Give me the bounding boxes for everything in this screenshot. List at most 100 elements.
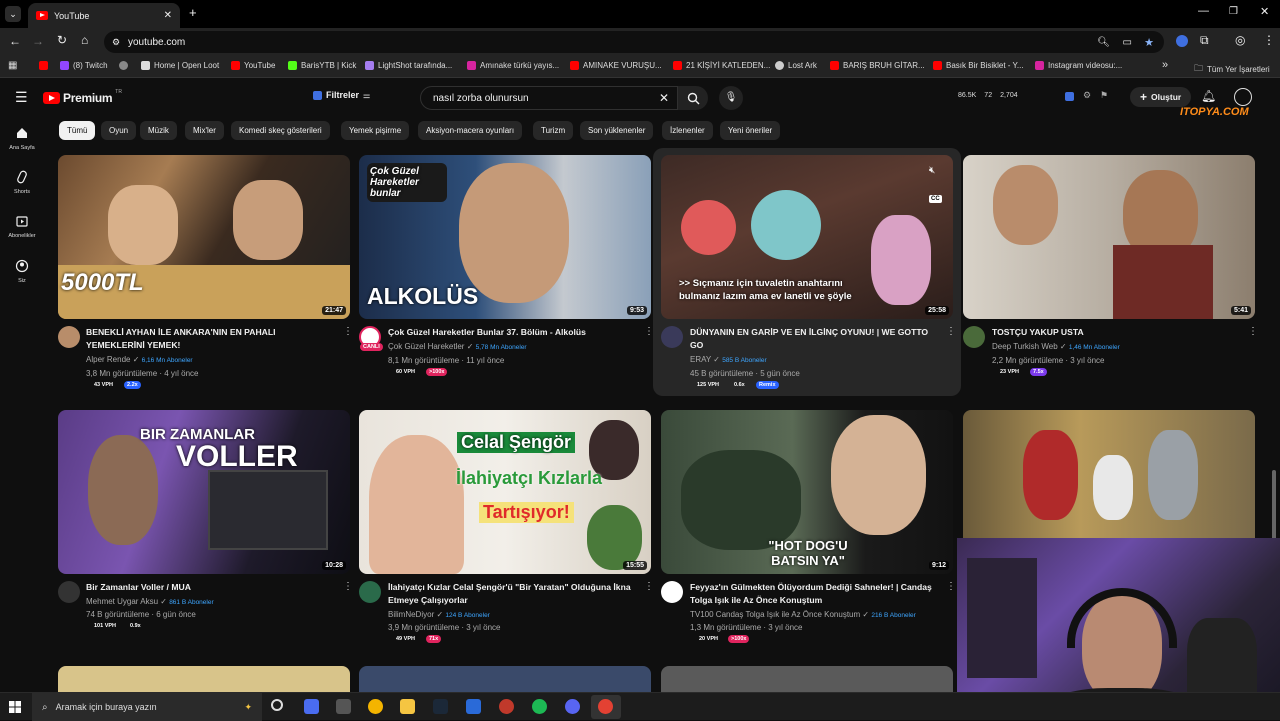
extensions-icon[interactable]: ⧉ (1200, 33, 1209, 48)
bookmarks-overflow-icon[interactable]: » (1162, 59, 1168, 71)
more-options-icon[interactable]: ⋮ (946, 582, 956, 592)
video-title[interactable]: Feyyaz'ın Gülmekten Ölüyordum Dediği Sah… (690, 581, 938, 606)
bookmark-item[interactable]: BARIŞ BRUH GİTAR... (830, 61, 925, 70)
chip-music[interactable]: Müzik (140, 121, 177, 140)
channel-avatar[interactable] (661, 581, 683, 603)
user-avatar[interactable] (1234, 88, 1252, 106)
chip-tourism[interactable]: Turizm (533, 121, 574, 140)
back-icon[interactable]: ← (9, 34, 21, 48)
channel-name[interactable]: Çok Güzel Hareketler (388, 342, 464, 351)
chip-all[interactable]: Tümü (59, 121, 96, 140)
channel-name[interactable]: BilimNeDiyor (388, 610, 434, 619)
chip-cooking[interactable]: Yemek pişirme (341, 121, 410, 140)
sidebar-item-home[interactable]: Ana Sayfa (0, 126, 44, 151)
chip-gaming[interactable]: Oyun (101, 121, 137, 140)
video-thumbnail[interactable]: Çok Güzel Hareketler bunlar ALKOLÜS 9:53 (359, 155, 651, 319)
sidebar-item-shorts[interactable]: Shorts (0, 170, 44, 195)
captions-icon[interactable]: CC (929, 195, 942, 203)
channel-avatar[interactable] (963, 326, 985, 348)
bookmark-item[interactable]: 21 KİŞİYİ KATLEDEN... (673, 61, 770, 70)
chip-action-games[interactable]: Aksiyon-macera oyunları (418, 121, 523, 140)
more-options-icon[interactable]: ⋮ (343, 327, 353, 337)
video-thumbnail[interactable] (58, 666, 350, 692)
bookmark-item[interactable] (119, 61, 128, 70)
bookmark-item[interactable]: Home | Open Loot (141, 61, 219, 70)
chrome-icon[interactable] (368, 699, 383, 714)
extension-icon-2[interactable]: ⚙ (1083, 90, 1091, 101)
more-options-icon[interactable]: ⋮ (644, 582, 654, 592)
bookmark-item[interactable]: LightShot tarafında... (365, 61, 452, 70)
address-bar[interactable]: ⚙ youtube.com 🔍︎ ▭ ★ (104, 31, 1164, 53)
bookmark-item[interactable]: YouTube (231, 61, 275, 70)
steam-icon[interactable] (433, 699, 448, 714)
notifications-bell-icon[interactable]: 🔔︎ (1201, 89, 1216, 103)
taskbar-search-input[interactable]: ⌕ Aramak için buraya yazın ✦ (32, 693, 262, 721)
mute-icon[interactable]: 🔇︎ (929, 165, 935, 176)
bookmark-item[interactable]: Basık Bir Bisiklet - Y... (933, 61, 1024, 70)
reload-icon[interactable]: ↻ (57, 33, 67, 47)
more-options-icon[interactable]: ⋮ (946, 327, 956, 337)
account-icon[interactable]: ◎ (1235, 33, 1245, 47)
calculator-icon[interactable] (336, 699, 351, 714)
apps-icon[interactable]: ▦ (8, 60, 17, 71)
channel-name[interactable]: TV100 Candaş Tolga Işık ile Az Önce Konu… (690, 610, 860, 619)
app-icon-2[interactable] (466, 699, 481, 714)
create-button[interactable]: + Oluştur (1130, 87, 1192, 107)
search-button[interactable] (678, 86, 708, 110)
video-title[interactable]: Çok Güzel Hareketler Bunlar 37. Bölüm - … (388, 326, 628, 339)
bookmark-item[interactable]: Amınake türkü yayıs... (467, 61, 559, 70)
video-title[interactable]: Bir Zamanlar Voller / MUA (86, 581, 326, 594)
video-thumbnail[interactable]: BIR ZAMANLAR VOLLER 10:28 (58, 410, 350, 574)
all-bookmarks-button[interactable]: 🗀 Tüm Yer İşaretleri (1194, 61, 1270, 77)
bookmark-star-icon[interactable]: ★ (1144, 36, 1154, 49)
windows-start-icon[interactable] (9, 701, 21, 713)
video-thumbnail[interactable]: >> Sıçmanız için tuvaletin anahtarını bu… (661, 155, 953, 319)
sidebar-item-you[interactable]: Siz (0, 259, 44, 284)
chip-watched[interactable]: İzlenenler (662, 121, 713, 140)
spotify-icon[interactable] (532, 699, 547, 714)
video-thumbnail[interactable] (661, 666, 953, 692)
channel-name[interactable]: ERAY (690, 355, 711, 364)
chip-new[interactable]: Yeni öneriler (720, 121, 781, 140)
video-thumbnail[interactable]: "HOT DOG'U BATSIN YA" 9:12 (661, 410, 953, 574)
forward-icon[interactable]: → (32, 34, 44, 48)
hamburger-menu-icon[interactable]: ☰ (15, 89, 28, 106)
profile-icon[interactable] (1176, 35, 1188, 47)
channel-name[interactable]: Mehmet Uygar Aksu (86, 597, 158, 606)
extension-icon-3[interactable]: ⚑ (1100, 90, 1108, 101)
bookmark-item[interactable]: Instagram videosu:... (1035, 61, 1122, 70)
bookmark-item[interactable]: Lost Ark (775, 61, 817, 70)
file-explorer-icon[interactable] (400, 699, 415, 714)
channel-avatar[interactable] (58, 326, 80, 348)
video-title[interactable]: DÜNYANIN EN GARİP VE EN İLGİNÇ OYUNU! | … (690, 326, 938, 351)
video-title[interactable]: TOSTÇU YAKUP USTA (992, 326, 1232, 339)
close-window-button[interactable]: ✕ (1260, 5, 1269, 18)
channel-avatar[interactable] (359, 581, 381, 603)
home-icon[interactable]: ⌂ (81, 33, 88, 47)
tab-close-icon[interactable]: ✕ (164, 10, 172, 21)
tab-search-button[interactable]: ⌄ (5, 6, 21, 22)
app-icon-3[interactable] (499, 699, 514, 714)
extension-icon[interactable] (1065, 92, 1074, 101)
channel-avatar[interactable] (661, 326, 683, 348)
voice-search-button[interactable]: 🎙︎ (719, 86, 743, 110)
app-icon-1[interactable] (304, 699, 319, 714)
channel-avatar[interactable] (58, 581, 80, 603)
video-thumbnail[interactable]: Celal Şengör İlahiyatçı Kızlarla Tartışı… (359, 410, 651, 574)
search-input[interactable]: nasıl zorba olunursun ✕ (420, 86, 678, 110)
filters-button[interactable]: Filtreler ⚌ (313, 90, 370, 100)
video-thumbnail[interactable]: 5:41 (963, 155, 1255, 319)
remix-badge[interactable]: Remix (756, 381, 779, 389)
video-thumbnail[interactable] (963, 410, 1255, 538)
task-view-icon[interactable] (271, 699, 283, 711)
bookmark-item[interactable] (39, 61, 48, 70)
cast-icon[interactable]: ▭ (1123, 37, 1132, 48)
chrome-active-icon[interactable] (598, 699, 613, 714)
youtube-logo[interactable]: Premium TR (43, 89, 122, 105)
menu-icon[interactable]: ⋮ (1263, 33, 1275, 47)
zoom-icon[interactable]: 🔍︎ (1097, 37, 1110, 48)
video-title[interactable]: BENEKLİ AYHAN İLE ANKARA'NIN EN PAHALI Y… (86, 326, 326, 351)
chip-recent[interactable]: Son yüklenenler (580, 121, 654, 140)
browser-tab-youtube[interactable]: YouTube ✕ (28, 3, 180, 28)
video-thumbnail[interactable]: 5000TL 21:47 (58, 155, 350, 319)
